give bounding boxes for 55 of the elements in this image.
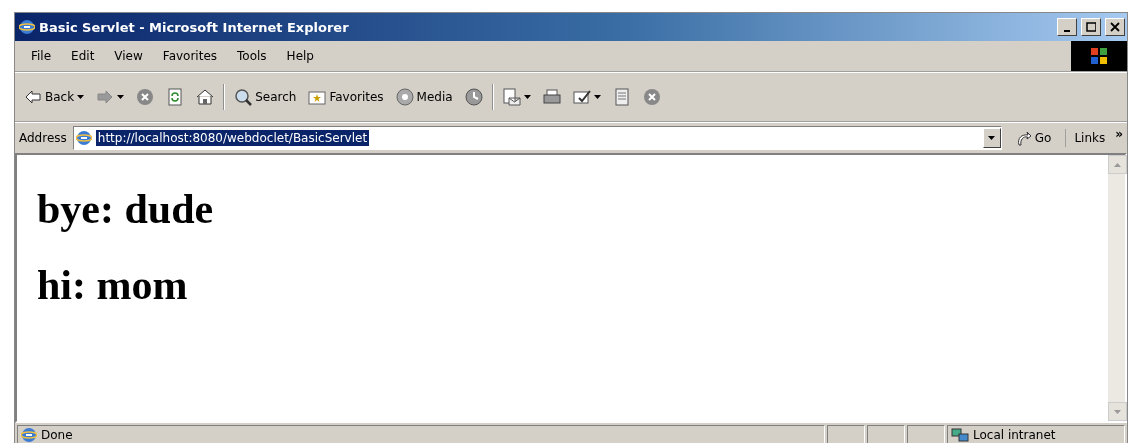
go-arrow-icon <box>1015 130 1032 146</box>
minimize-icon <box>1064 30 1070 32</box>
forward-arrow-icon <box>96 88 115 106</box>
menu-item[interactable]: Help <box>276 47 324 65</box>
windows-flag-icon <box>1089 46 1109 66</box>
printer-icon <box>542 88 561 106</box>
down-arrow-icon <box>1114 409 1121 414</box>
status-text: Done <box>41 427 73 442</box>
caret-icon <box>523 95 531 99</box>
media-button[interactable]: Media <box>392 86 456 108</box>
intranet-icon <box>951 426 969 443</box>
menu-item[interactable]: File <box>21 47 62 65</box>
zone-text: Local intranet <box>973 427 1056 442</box>
menu-item[interactable]: Tools <box>227 47 277 65</box>
refresh-icon <box>166 88 185 106</box>
dropdown-button[interactable] <box>982 128 1001 148</box>
address-field[interactable]: http://localhost:8080/webdoclet/BasicServlet <box>72 126 1002 150</box>
caret-icon <box>988 136 996 140</box>
back-button[interactable]: Back <box>21 86 88 108</box>
media-icon <box>395 88 414 106</box>
close-icon <box>1110 22 1120 32</box>
links-button[interactable]: Links <box>1065 129 1110 147</box>
history-icon <box>464 88 483 106</box>
close-circle-icon <box>642 88 661 106</box>
mail-icon <box>502 88 521 106</box>
more-chevron[interactable]: » <box>1115 127 1123 141</box>
go-button[interactable]: Go <box>1007 130 1060 146</box>
favorites-button[interactable]: Favorites <box>305 86 387 108</box>
search-icon <box>234 88 253 106</box>
caret-icon <box>593 95 601 99</box>
menu-item[interactable]: Edit <box>61 47 105 65</box>
minimize-button[interactable] <box>1057 18 1077 36</box>
close-button[interactable] <box>1105 18 1125 36</box>
up-arrow-icon <box>1114 162 1121 167</box>
edit-icon <box>572 88 591 106</box>
page-heading: bye: dude <box>37 185 215 233</box>
maximize-icon <box>1086 22 1096 32</box>
page-icon <box>75 130 92 146</box>
window-title: Basic Servlet - Microsoft Internet Explorer <box>39 19 350 35</box>
caret-icon <box>117 95 125 99</box>
caret-icon <box>77 95 85 99</box>
menu-item[interactable]: Favorites <box>152 47 228 65</box>
search-button[interactable]: Search <box>231 86 300 108</box>
page-icon <box>21 426 37 443</box>
back-arrow-icon <box>24 88 42 106</box>
menu-item[interactable]: View <box>104 47 153 65</box>
page-heading: hi: mom <box>37 261 189 309</box>
document-icon <box>612 88 631 106</box>
stop-icon <box>136 88 155 106</box>
address-label: Address <box>19 131 67 145</box>
url-text: http://localhost:8080/webdoclet/BasicServlet <box>95 130 370 146</box>
browser-icon <box>19 19 35 35</box>
home-icon <box>196 88 215 106</box>
scrollbar[interactable] <box>1108 155 1125 421</box>
maximize-button[interactable] <box>1081 18 1101 36</box>
